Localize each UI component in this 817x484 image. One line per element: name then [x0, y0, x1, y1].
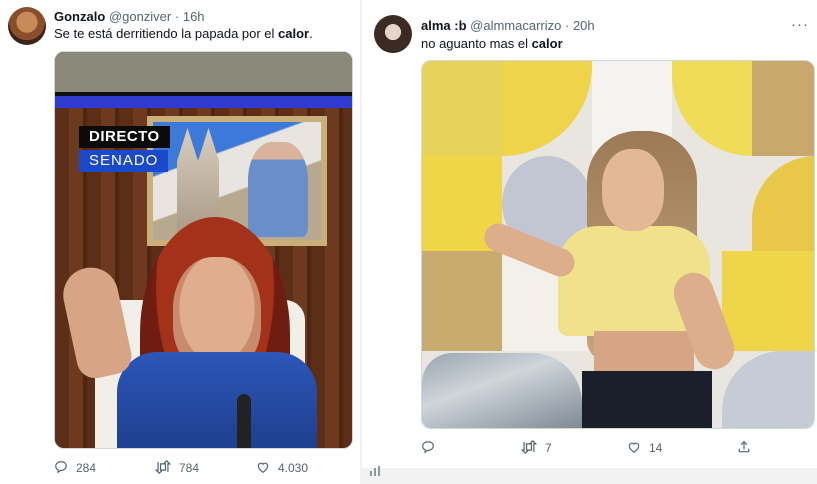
retweet-icon	[154, 459, 172, 476]
wall-tile	[422, 251, 502, 351]
wall-tile	[752, 61, 814, 156]
tweet-media-image[interactable]	[421, 60, 815, 429]
tv-blue-band	[55, 96, 352, 108]
tweet-text: no aguanto mas el calor	[421, 36, 563, 52]
wall-tile	[752, 156, 814, 251]
separator: ·	[564, 18, 570, 33]
blanket	[422, 353, 582, 428]
person-face	[602, 149, 664, 231]
heart-icon	[256, 460, 270, 476]
display-name[interactable]: Gonzalo	[54, 9, 105, 24]
timestamp[interactable]: 20h	[573, 18, 595, 33]
overlay-directo: DIRECTO	[79, 126, 170, 148]
retweet-count: 784	[179, 461, 200, 475]
person-jeans	[582, 371, 712, 428]
tweet-media-image[interactable]: DIRECTO SENADO	[54, 51, 353, 449]
tv-frame-top	[55, 52, 352, 92]
user-handle[interactable]: @almmacarrizo	[470, 18, 561, 33]
wall-tile	[502, 61, 592, 156]
tweet-screenshot-collage: Gonzalo @gonziver · 16h Se te está derri…	[0, 0, 817, 484]
retweet-count: 7	[545, 441, 552, 455]
like-button[interactable]: 4.030	[256, 460, 308, 476]
tweet-text-bold: calor	[531, 36, 563, 51]
retweet-icon	[520, 439, 538, 456]
tweet-gonzalo[interactable]: Gonzalo @gonziver · 16h Se te está derri…	[0, 0, 360, 484]
wall-tile	[722, 351, 814, 428]
retweet-button[interactable]: 784	[154, 459, 256, 476]
tweet-text: Se te está derritiendo la papada por el …	[54, 26, 313, 42]
reply-icon	[421, 440, 435, 456]
tweet-header: Gonzalo @gonziver · 16h	[54, 9, 205, 25]
reply-count: 284	[76, 461, 97, 475]
reply-icon	[54, 460, 68, 476]
share-button[interactable]	[737, 440, 751, 456]
tweet-text-bold: calor	[278, 26, 310, 41]
timestamp[interactable]: 16h	[183, 9, 205, 24]
separator: ·	[174, 9, 180, 24]
share-icon	[737, 440, 751, 456]
bar-chart-icon	[370, 466, 380, 479]
wall-tile	[722, 251, 814, 351]
page-background-strip	[362, 468, 817, 484]
like-count: 14	[649, 441, 663, 455]
tweet-actions: 7 14	[421, 439, 751, 456]
tweet-text-end: .	[309, 26, 313, 41]
avatar[interactable]	[374, 15, 412, 53]
user-handle[interactable]: @gonziver	[109, 9, 171, 24]
tweet-text-start: Se te está derritiendo la papada por el	[54, 26, 279, 41]
wall-tile	[672, 61, 752, 156]
more-icon[interactable]: ···	[791, 16, 809, 33]
microphone	[237, 394, 251, 448]
like-button[interactable]: 14	[627, 440, 737, 456]
display-name[interactable]: alma :b	[421, 18, 467, 33]
tweet-header: alma :b @almmacarrizo · 20h	[421, 18, 595, 34]
reply-button[interactable]	[421, 440, 521, 456]
tweet-text-start: no aguanto mas el	[421, 36, 532, 51]
wall-tile	[422, 61, 502, 156]
retweet-button[interactable]: 7	[520, 439, 627, 456]
reply-button[interactable]: 284	[54, 460, 155, 476]
tweet-actions: 284 784 4.030	[54, 459, 308, 476]
like-count: 4.030	[278, 461, 309, 475]
avatar[interactable]	[8, 7, 46, 45]
person-midriff	[594, 331, 694, 376]
overlay-senado: SENADO	[79, 150, 169, 172]
tweet-alma[interactable]: alma :b @almmacarrizo · 20h ··· no aguan…	[362, 0, 817, 468]
painting-figure	[248, 142, 308, 237]
person-body	[117, 352, 317, 448]
heart-icon	[627, 440, 641, 456]
